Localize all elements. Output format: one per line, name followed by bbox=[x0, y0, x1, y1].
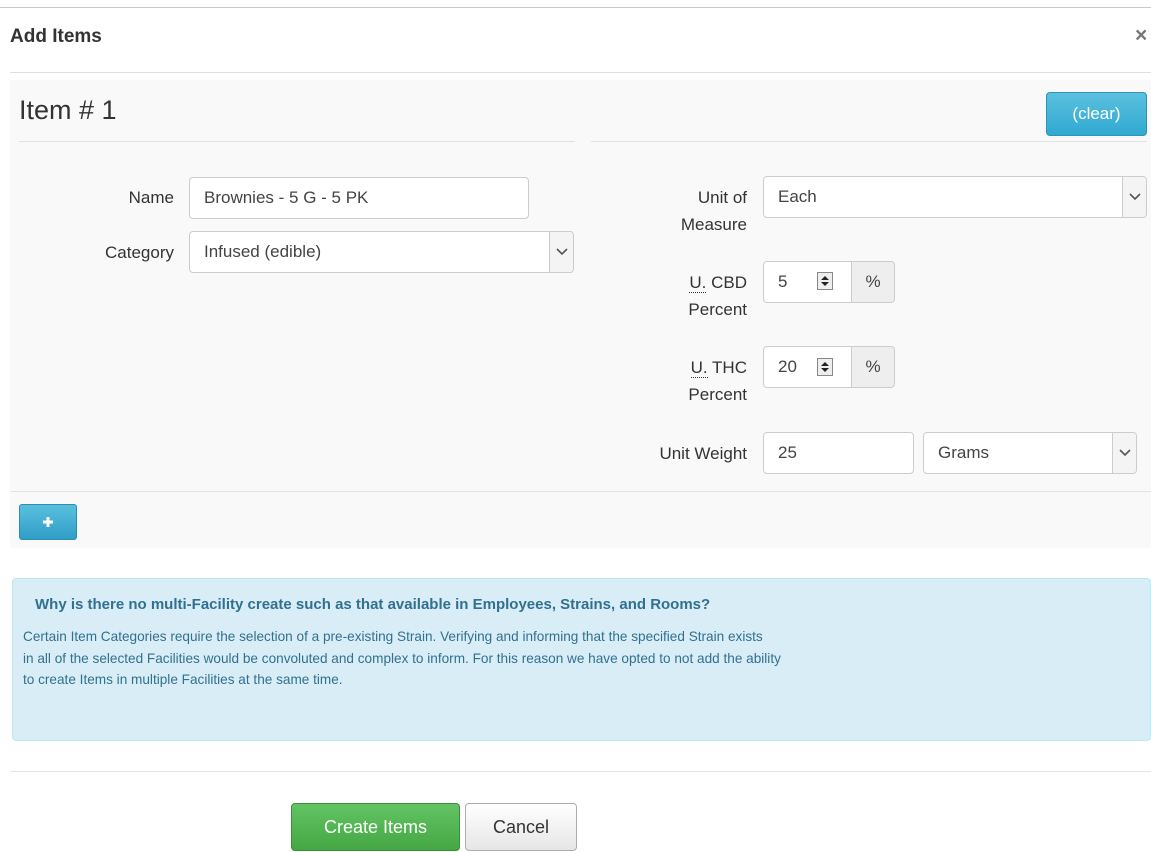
chevron-down-icon[interactable] bbox=[1112, 433, 1136, 473]
uom-value: Each bbox=[778, 187, 817, 206]
cbd-label-line2: Percent bbox=[688, 300, 747, 319]
item-heading: Item # 1 bbox=[19, 95, 117, 125]
name-input[interactable]: Brownies - 5 G - 5 PK bbox=[189, 177, 529, 219]
category-select[interactable]: Infused (edible) bbox=[189, 231, 574, 273]
info-title: Why is there no multi-Facility create su… bbox=[35, 596, 711, 613]
item-panel bbox=[10, 80, 1151, 548]
category-value: Infused (edible) bbox=[204, 242, 322, 261]
uom-select[interactable]: Each bbox=[763, 176, 1147, 218]
header-divider bbox=[10, 72, 1151, 73]
cbd-value: 5 bbox=[778, 272, 788, 291]
cancel-button[interactable]: Cancel bbox=[465, 803, 577, 851]
plus-icon bbox=[43, 517, 53, 527]
modal-title: Add Items bbox=[10, 26, 102, 47]
divider-left bbox=[19, 141, 575, 142]
thc-spinner[interactable] bbox=[817, 358, 833, 376]
name-label: Name bbox=[128, 188, 174, 207]
uom-label: Unit of Measure bbox=[620, 187, 747, 236]
thc-value: 20 bbox=[778, 357, 797, 376]
footer-divider bbox=[10, 771, 1151, 772]
cbd-label-text: CBD bbox=[711, 273, 747, 292]
unit-weight-uom-select[interactable]: Grams bbox=[923, 432, 1137, 474]
uom-label-line1: Unit of bbox=[697, 188, 747, 207]
category-label: Category bbox=[105, 243, 174, 262]
thc-percent-addon: % bbox=[851, 346, 895, 388]
add-item-button[interactable] bbox=[19, 504, 77, 540]
thc-abbr: U. bbox=[690, 358, 708, 378]
uom-label-line2: Measure bbox=[680, 215, 747, 234]
thc-label-text: THC bbox=[712, 358, 747, 377]
chevron-down-icon[interactable] bbox=[1122, 177, 1146, 217]
unit-weight-label: Unit Weight bbox=[659, 444, 747, 463]
divider-right bbox=[591, 141, 1147, 142]
clear-button[interactable]: (clear) bbox=[1046, 92, 1147, 136]
info-line: Certain Item Categories require the sele… bbox=[23, 629, 763, 644]
cbd-percent-addon: % bbox=[851, 261, 895, 303]
cbd-label: U. CBD Percent bbox=[620, 272, 747, 321]
close-icon[interactable]: × bbox=[1135, 25, 1147, 46]
info-line: in all of the selected Facilities would … bbox=[23, 650, 781, 666]
cbd-input[interactable]: 5 bbox=[763, 261, 852, 303]
info-body: Certain Item Categories require the sele… bbox=[23, 626, 1123, 691]
chevron-down-icon[interactable] bbox=[549, 232, 573, 272]
cbd-abbr: U. bbox=[689, 273, 707, 293]
cbd-spinner[interactable] bbox=[817, 272, 833, 290]
create-items-button[interactable]: Create Items bbox=[291, 803, 460, 851]
thc-label: U. THC Percent bbox=[620, 357, 747, 406]
unit-weight-uom-value: Grams bbox=[938, 443, 989, 462]
top-rule bbox=[0, 7, 1151, 8]
thc-input[interactable]: 20 bbox=[763, 346, 852, 388]
thc-label-line2: Percent bbox=[688, 385, 747, 404]
panel-divider bbox=[10, 491, 1151, 492]
unit-weight-input[interactable]: 25 bbox=[763, 432, 914, 474]
info-line: to create Items in multiple Facilities a… bbox=[23, 672, 343, 687]
